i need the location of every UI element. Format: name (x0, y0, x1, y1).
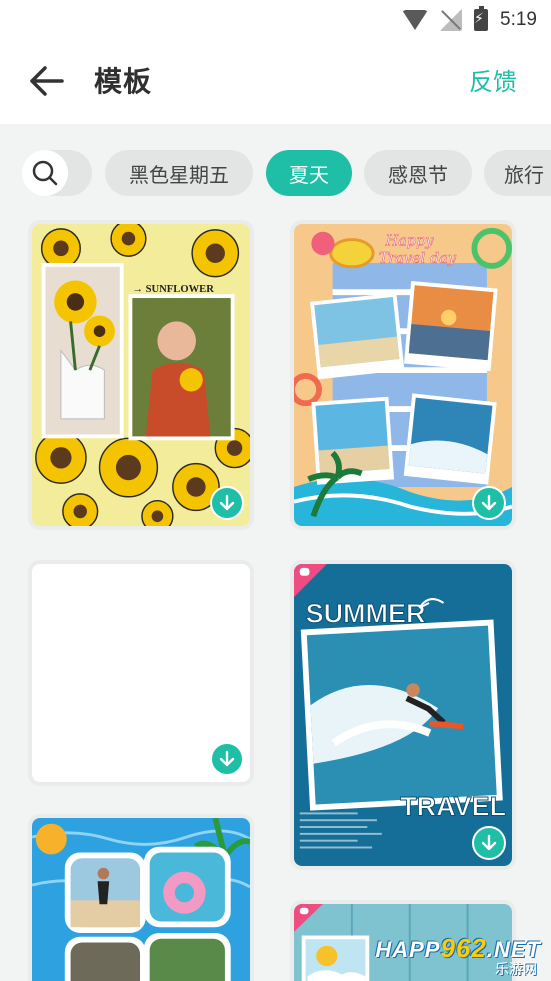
category-chip-thanksgiving[interactable]: 感恩节 (364, 150, 472, 196)
svg-text:Happy: Happy (385, 233, 435, 249)
search-button[interactable] (22, 150, 68, 196)
watermark-logo: HAPP962.NET 乐游网 (373, 933, 543, 979)
page-title: 模板 (94, 65, 153, 98)
status-bar: 5:19 (0, 0, 551, 40)
svg-text:SUMMER: SUMMER (306, 597, 426, 628)
back-button[interactable] (28, 64, 68, 98)
template-thumbnail-summer-travel: SUMMER TRAVEL (294, 564, 512, 866)
category-chip-black-friday[interactable]: 黑色星期五 (105, 150, 253, 196)
status-time: 5:19 (500, 9, 537, 30)
download-icon (219, 750, 235, 767)
svg-text:TRAVEL: TRAVEL (400, 790, 506, 821)
search-icon (32, 160, 58, 186)
template-card-summer-travel[interactable]: SUMMER TRAVEL (290, 560, 516, 870)
svg-text:Travel day: Travel day (379, 251, 457, 267)
download-button[interactable] (472, 486, 506, 520)
search-pill (22, 150, 92, 196)
download-button[interactable] (210, 486, 244, 520)
battery-charging-icon (474, 6, 489, 31)
category-chip-summer[interactable]: 夏天 (266, 150, 352, 196)
template-card-sunflower[interactable]: → SUNFLOWER (28, 220, 254, 530)
download-icon (481, 494, 497, 511)
template-card-pool[interactable] (28, 814, 254, 981)
category-row: 黑色星期五 夏天 感恩节 旅行 (0, 150, 551, 196)
template-card-happy-travel-day[interactable]: Happy Travel day (290, 220, 516, 530)
template-card-blank[interactable] (28, 560, 254, 786)
watermark-sub: 乐游网 (495, 962, 537, 978)
category-chip-travel[interactable]: 旅行 (484, 150, 551, 196)
no-signal-icon (440, 9, 463, 31)
download-button[interactable] (472, 826, 506, 860)
feedback-button[interactable]: 反馈 (469, 62, 517, 97)
download-icon (481, 834, 497, 851)
template-thumbnail-travel-day: Happy Travel day (294, 224, 512, 526)
wifi-icon (402, 10, 429, 30)
app-header: 模板 反馈 (0, 40, 551, 124)
arrow-left-icon (30, 66, 64, 96)
template-thumbnail-pool (32, 818, 250, 981)
download-icon (219, 494, 235, 511)
download-button[interactable] (210, 742, 244, 776)
svg-text:→ SUNFLOWER: → SUNFLOWER (132, 284, 214, 295)
template-thumbnail-sunflower: → SUNFLOWER (32, 224, 250, 526)
